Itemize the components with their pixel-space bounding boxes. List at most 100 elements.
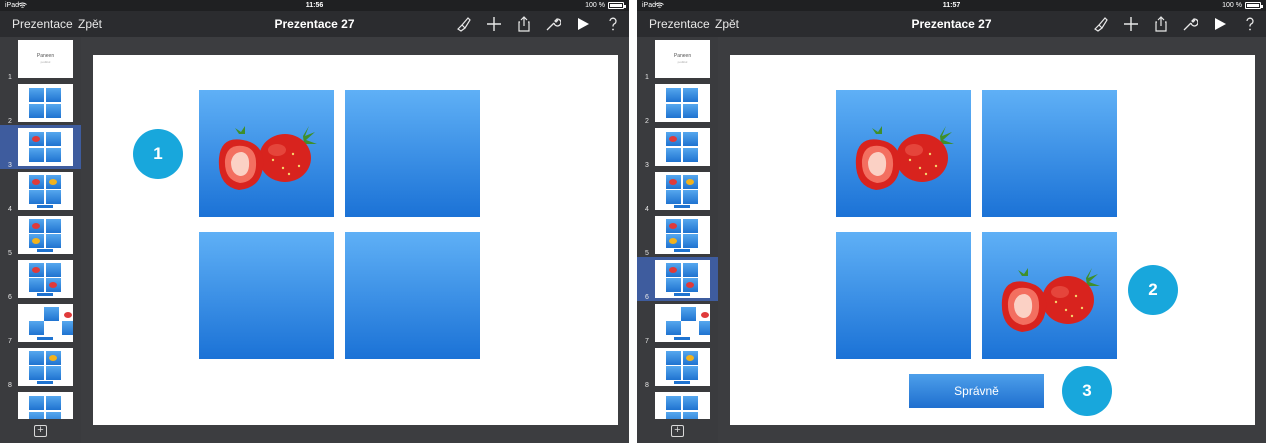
slide-number: 1 <box>8 74 12 81</box>
strawberry-icon <box>218 126 317 190</box>
battery-icon <box>1245 2 1263 9</box>
battery-percent: 100 % <box>1222 2 1242 9</box>
slide-preview <box>18 260 73 298</box>
slide-number: 4 <box>8 206 12 213</box>
slide-preview <box>18 216 73 254</box>
status-time: 11:57 <box>942 2 961 9</box>
slide-navigator[interactable]: 1 Paneen podtitul 2 3 4 5 6 7 8 + <box>637 37 718 443</box>
slide-thumbnail-9[interactable] <box>637 389 718 419</box>
slide-preview <box>18 392 73 419</box>
slide-thumbnail-8[interactable]: 8 <box>637 345 718 389</box>
keynote-screen-right: iPad 11:57 100 % Prezentace Zpět Prezent… <box>637 0 1266 443</box>
tile-top-right[interactable] <box>345 90 480 217</box>
paintbrush-icon[interactable] <box>1093 16 1109 32</box>
slide-thumbnail-3[interactable]: 3 <box>0 125 81 169</box>
back-button[interactable]: Zpět <box>715 11 739 37</box>
app-toolbar: Prezentace Zpět Prezentace 27 <box>0 11 629 37</box>
keynote-screen-left: iPad 11:56 100 % Prezentace Zpět Prezent… <box>0 0 629 443</box>
status-bar: iPad 11:57 100 % <box>637 0 1266 11</box>
slide-thumbnail-2[interactable]: 2 <box>0 81 81 125</box>
paintbrush-icon[interactable] <box>456 16 472 32</box>
status-bar: iPad 11:56 100 % <box>0 0 629 11</box>
slide-number: 7 <box>645 338 649 345</box>
slide-thumbnail-3[interactable]: 3 <box>637 125 718 169</box>
slide-preview <box>18 172 73 210</box>
slide-preview <box>18 304 73 342</box>
slide-preview <box>655 84 710 122</box>
back-button[interactable]: Zpět <box>78 11 102 37</box>
play-icon[interactable] <box>1212 16 1228 32</box>
slide-number: 5 <box>645 250 649 257</box>
thumb-title: Paneen <box>36 53 55 59</box>
tile-bottom-left[interactable] <box>836 232 971 359</box>
slide-thumbnail-5[interactable]: 5 <box>0 213 81 257</box>
slide-thumbnail-1[interactable]: 1 Paneen podtitul <box>0 37 81 81</box>
callout-marker: 3 <box>1062 366 1112 416</box>
tile-bottom-left[interactable] <box>199 232 334 359</box>
slide-preview <box>655 216 710 254</box>
tile-top-right[interactable] <box>982 90 1117 217</box>
presentations-button[interactable]: Prezentace <box>649 11 710 37</box>
slide-preview <box>655 348 710 386</box>
slide-number: 4 <box>645 206 649 213</box>
app-toolbar: Prezentace Zpět Prezentace 27 <box>637 11 1266 37</box>
battery-indicator: 100 % <box>585 0 626 11</box>
slide-preview <box>655 172 710 210</box>
slide-thumbnail-9[interactable] <box>0 389 81 419</box>
slide-number: 8 <box>8 382 12 389</box>
plus-icon[interactable] <box>1123 16 1139 32</box>
tile-bottom-right[interactable] <box>345 232 480 359</box>
slide-number: 6 <box>645 294 649 301</box>
tile-top-left[interactable] <box>836 90 971 217</box>
share-icon[interactable] <box>516 16 532 32</box>
add-slide-icon[interactable]: + <box>671 425 684 437</box>
slide-thumbnail-6[interactable]: 6 <box>0 257 81 301</box>
slide-thumbnail-7[interactable]: 7 <box>637 301 718 345</box>
slide-number: 2 <box>8 118 12 125</box>
slide-navigator[interactable]: 1 Paneen podtitul 2 3 4 5 6 7 8 + <box>0 37 81 443</box>
slide-number: 6 <box>8 294 12 301</box>
correct-answer-button[interactable]: Správně <box>909 374 1044 408</box>
slide-preview <box>655 260 710 298</box>
help-icon[interactable] <box>605 16 621 32</box>
slide-number: 5 <box>8 250 12 257</box>
slide-thumbnail-1[interactable]: 1 Paneen podtitul <box>637 37 718 81</box>
slide-thumbnail-6[interactable]: 6 <box>637 257 718 301</box>
slide-number: 3 <box>8 162 12 169</box>
slide-thumbnail-4[interactable]: 4 <box>637 169 718 213</box>
slide-preview: Paneen podtitul <box>655 40 710 78</box>
wrench-icon[interactable] <box>545 16 561 32</box>
slide-thumbnail-8[interactable]: 8 <box>0 345 81 389</box>
slide-thumbnail-7[interactable]: 7 <box>0 301 81 345</box>
play-icon[interactable] <box>575 16 591 32</box>
slide-preview <box>655 304 710 342</box>
battery-percent: 100 % <box>585 2 605 9</box>
presentations-button[interactable]: Prezentace <box>12 11 73 37</box>
slide-thumbnail-5[interactable]: 5 <box>637 213 718 257</box>
thumb-title: Paneen <box>673 53 692 59</box>
add-slide-icon[interactable]: + <box>34 425 47 437</box>
screenshot-divider <box>629 0 637 443</box>
plus-icon[interactable] <box>486 16 502 32</box>
slide-canvas[interactable] <box>93 55 618 425</box>
status-time: 11:56 <box>305 2 324 9</box>
slide-thumbnail-2[interactable]: 2 <box>637 81 718 125</box>
callout-marker: 2 <box>1128 265 1178 315</box>
slide-canvas[interactable]: Správně <box>730 55 1255 425</box>
help-icon[interactable] <box>1242 16 1258 32</box>
slide-preview <box>18 84 73 122</box>
thumb-subtitle: podtitul <box>40 60 51 64</box>
slide-thumbnail-4[interactable]: 4 <box>0 169 81 213</box>
battery-icon <box>608 2 626 9</box>
slide-number: 7 <box>8 338 12 345</box>
slide-number: 1 <box>645 74 649 81</box>
wrench-icon[interactable] <box>1182 16 1198 32</box>
tile-bottom-right[interactable] <box>982 232 1117 359</box>
tile-top-left[interactable] <box>199 90 334 217</box>
share-icon[interactable] <box>1153 16 1169 32</box>
slide-number: 3 <box>645 162 649 169</box>
slide-number: 2 <box>645 118 649 125</box>
slide-preview <box>655 392 710 419</box>
strawberry-icon <box>1001 268 1100 332</box>
battery-indicator: 100 % <box>1222 0 1263 11</box>
